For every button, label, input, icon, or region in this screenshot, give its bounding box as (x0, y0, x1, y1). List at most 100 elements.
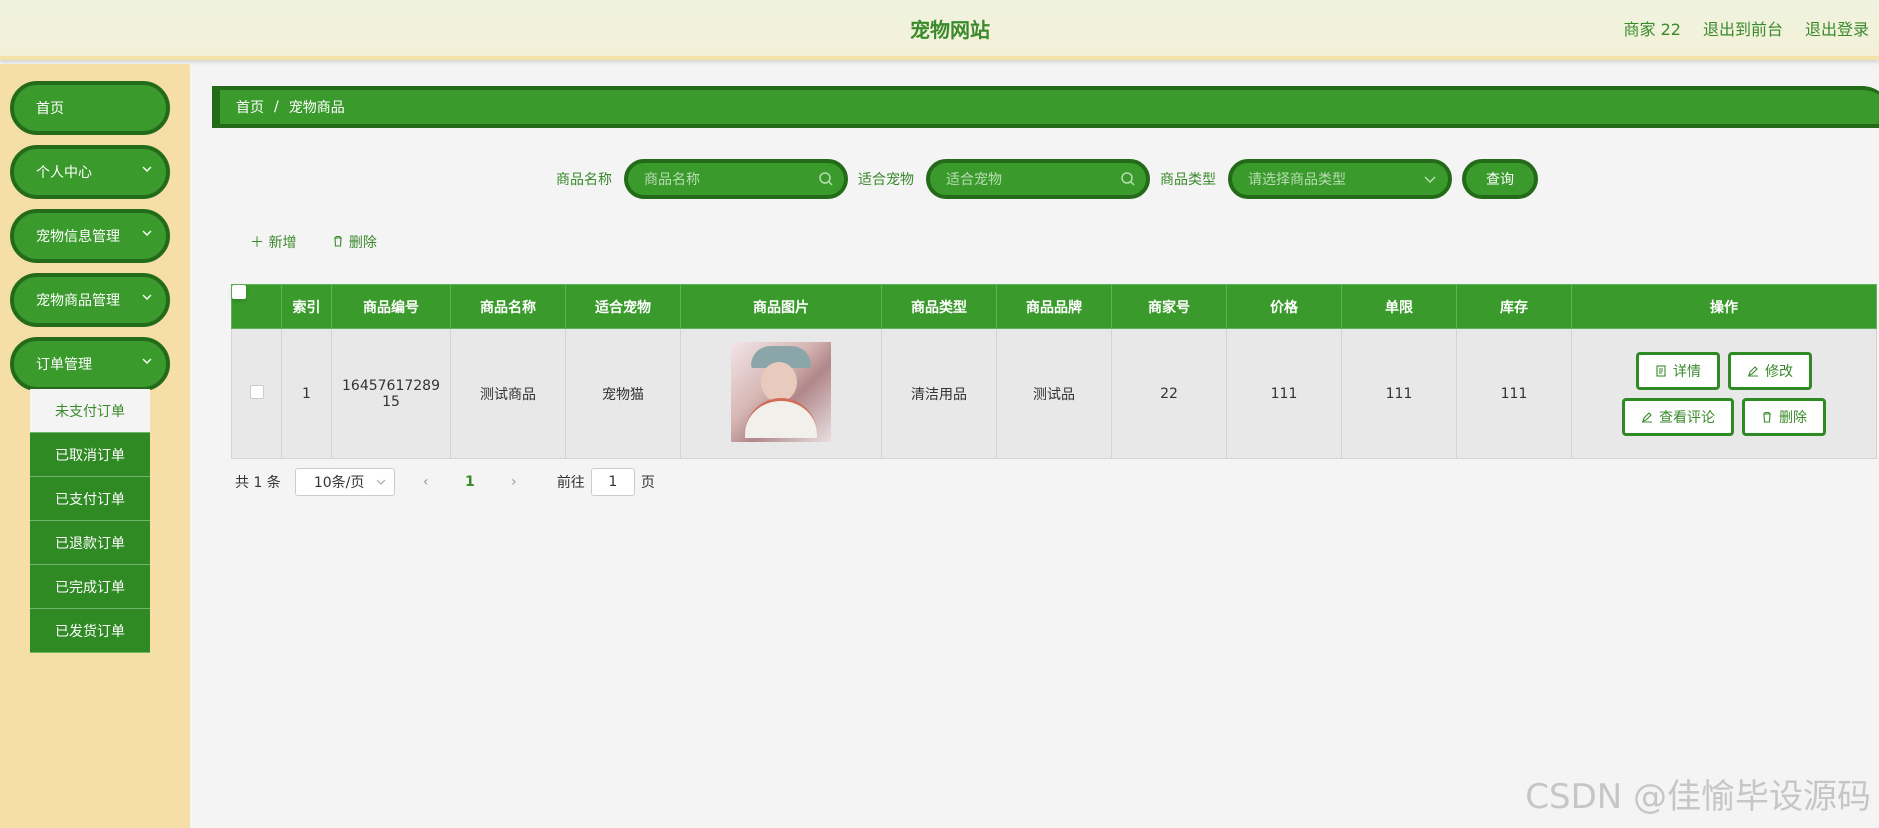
breadcrumb: 首页 / 宠物商品 (212, 86, 1879, 128)
detail-button[interactable]: 详情 (1636, 351, 1720, 390)
goods-table: 索引 商品编号 商品名称 适合宠物 商品图片 商品类型 商品品牌 商家号 价格 … (231, 284, 1877, 459)
product-image[interactable] (731, 341, 831, 442)
page-number[interactable]: 1 (457, 474, 483, 490)
cell-limit: 111 (1341, 328, 1457, 459)
back-to-front-link[interactable]: 退出到前台 (1703, 16, 1783, 40)
current-user: 商家 22 (1623, 20, 1681, 39)
product-name-placeholder: 商品名称 (644, 172, 700, 188)
site-title: 宠物网站 (910, 18, 990, 42)
select-all-checkbox[interactable] (231, 284, 246, 299)
sidebar-item-orders[interactable]: 订单管理 (10, 337, 170, 391)
search-icon (819, 172, 833, 186)
table-row: 1 16457617289 15 测试商品 宠物猫 清洁用品 测试品 22 11… (231, 328, 1877, 459)
cell-pet: 宠物猫 (565, 328, 681, 459)
edit-label: 修改 (1765, 363, 1793, 380)
page-size-select[interactable]: 10条/页 (294, 468, 395, 496)
detail-label: 详情 (1673, 363, 1701, 380)
breadcrumb-current: 宠物商品 (288, 100, 345, 116)
col-header: 价格 (1226, 284, 1342, 329)
suitable-pet-placeholder: 适合宠物 (946, 172, 1002, 188)
orders-submenu: 未支付订单 已取消订单 已支付订单 已退款订单 已完成订单 已发货订单 (30, 389, 150, 653)
op-row: 详情 修改 (1572, 351, 1876, 390)
total-count: 共 1 条 (235, 475, 281, 491)
chevron-down-icon (142, 230, 152, 236)
chevron-down-icon (376, 479, 386, 485)
submenu-unpaid-orders[interactable]: 未支付订单 (30, 389, 150, 433)
col-header: 商品类型 (881, 284, 997, 329)
submenu-completed-orders[interactable]: 已完成订单 (30, 565, 150, 609)
breadcrumb-separator: / (274, 99, 279, 115)
logout-link[interactable]: 退出登录 (1805, 16, 1869, 40)
watermark: CSDN @佳愉毕设源码 (1525, 777, 1871, 817)
delete-label: 删除 (1779, 409, 1807, 426)
cell-code: 16457617289 15 (331, 328, 451, 459)
cell-merchant: 22 (1111, 328, 1227, 459)
batch-delete-label: 删除 (348, 235, 377, 251)
page-suffix: 页 (640, 475, 655, 491)
sidebar-item-pet-info[interactable]: 宠物信息管理 (10, 209, 170, 263)
goto-page-input[interactable]: 1 (590, 468, 635, 496)
trash-icon (1763, 411, 1771, 423)
row-select-cell (231, 328, 282, 459)
col-header: 商品名称 (450, 284, 566, 329)
edit-button[interactable]: 修改 (1728, 351, 1812, 390)
product-name-label: 商品名称 (556, 172, 612, 188)
sidebar-item-personal-center[interactable]: 个人中心 (10, 145, 170, 199)
suitable-pet-label: 适合宠物 (858, 172, 914, 188)
pagination: 共 1 条 10条/页 ‹ 1 › 前往 1 页 (235, 468, 655, 496)
top-header: 宠物网站 商家 22 退出到前台 退出登录 (0, 0, 1879, 60)
col-header: 单限 (1341, 284, 1457, 329)
cell-code-line: 15 (382, 393, 400, 410)
chevron-down-icon (142, 166, 152, 172)
query-button[interactable]: 查询 (1462, 159, 1538, 199)
col-header: 商品图片 (680, 284, 882, 329)
submenu-refunded-orders[interactable]: 已退款订单 (30, 521, 150, 565)
goto-label: 前往 (556, 475, 585, 491)
search-bar: 商品名称 商品名称 适合宠物 适合宠物 商品类型 请选择商品类型 查询 (556, 159, 1538, 199)
image-detail (745, 397, 817, 438)
prev-page-button[interactable]: ‹ (413, 474, 439, 490)
sidebar-item-label: 订单管理 (36, 357, 92, 373)
search-icon (1121, 172, 1135, 186)
col-header: 商家号 (1111, 284, 1227, 329)
batch-delete-button[interactable]: 删除 (332, 232, 377, 252)
submenu-shipped-orders[interactable]: 已发货订单 (30, 609, 150, 653)
table-header-row: 索引 商品编号 商品名称 适合宠物 商品图片 商品类型 商品品牌 商家号 价格 … (231, 284, 1877, 329)
chevron-down-icon (1424, 176, 1436, 184)
cell-brand: 测试品 (996, 328, 1112, 459)
view-reviews-button[interactable]: 查看评论 (1622, 397, 1734, 436)
sidebar-item-label: 首页 (36, 101, 64, 117)
sidebar-item-label: 个人中心 (36, 165, 92, 181)
add-button[interactable]: ＋ 新增 (250, 232, 296, 252)
chevron-down-icon (142, 294, 152, 300)
sidebar-item-home[interactable]: 首页 (10, 81, 170, 135)
pencil-icon (1642, 411, 1652, 423)
pencil-icon (1748, 365, 1758, 377)
col-header: 适合宠物 (565, 284, 681, 329)
cell-operations: 详情 修改 查看评论 删除 (1571, 328, 1877, 459)
submenu-paid-orders[interactable]: 已支付订单 (30, 477, 150, 521)
product-name-input[interactable]: 商品名称 (624, 159, 848, 199)
submenu-cancelled-orders[interactable]: 已取消订单 (30, 433, 150, 477)
select-all-cell (231, 284, 282, 329)
product-type-placeholder: 请选择商品类型 (1248, 172, 1346, 188)
delete-button[interactable]: 删除 (1742, 397, 1826, 436)
cell-name: 测试商品 (450, 328, 566, 459)
suitable-pet-input[interactable]: 适合宠物 (926, 159, 1150, 199)
next-page-button[interactable]: › (501, 474, 527, 490)
document-icon (1656, 364, 1666, 377)
trash-icon (334, 235, 343, 247)
sidebar-item-pet-goods[interactable]: 宠物商品管理 (10, 273, 170, 327)
sidebar-item-label: 宠物商品管理 (36, 293, 120, 309)
row-checkbox[interactable] (249, 384, 264, 399)
cell-index: 1 (281, 328, 332, 459)
breadcrumb-home[interactable]: 首页 (236, 97, 264, 117)
col-header: 索引 (281, 284, 332, 329)
view-reviews-label: 查看评论 (1659, 409, 1715, 426)
image-detail (761, 361, 797, 402)
header-links: 商家 22 退出到前台 退出登录 (1624, 16, 1869, 40)
cell-price: 111 (1226, 328, 1342, 459)
sidebar-item-label: 宠物信息管理 (36, 229, 120, 245)
op-row: 查看评论 删除 (1572, 397, 1876, 436)
product-type-select[interactable]: 请选择商品类型 (1228, 159, 1452, 199)
